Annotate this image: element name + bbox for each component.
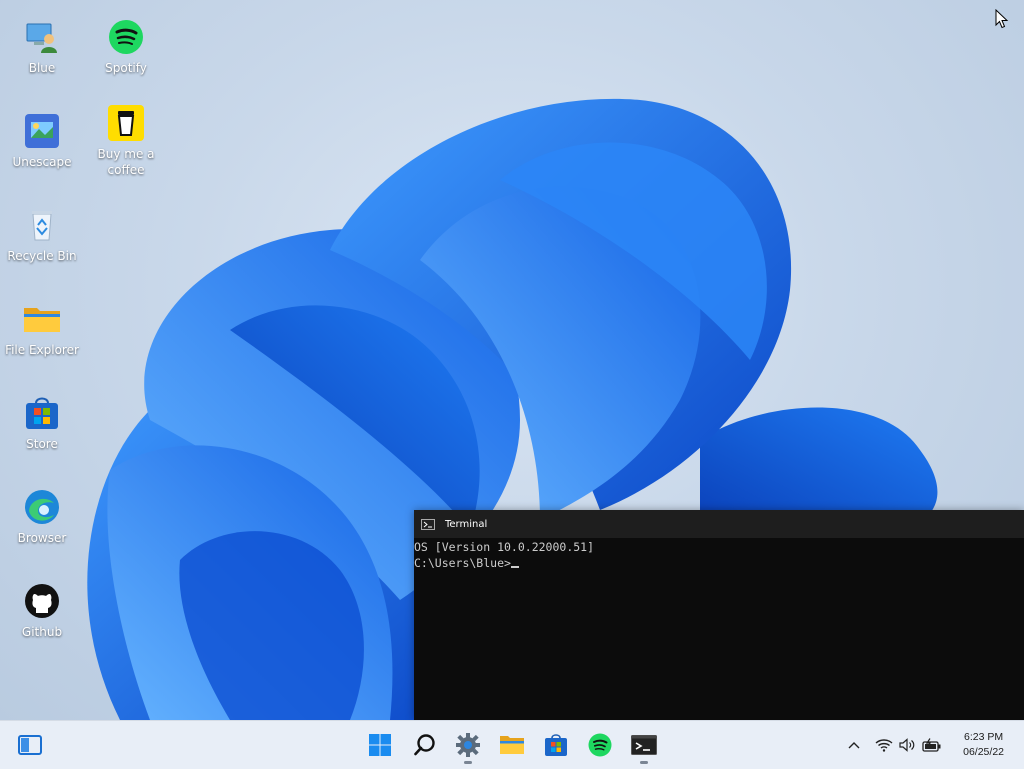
volume-icon [899, 738, 915, 752]
wifi-icon [875, 739, 893, 752]
tray-volume-button[interactable] [897, 733, 919, 757]
terminal-titlebar[interactable]: Terminal [414, 510, 1024, 538]
desktop-icon-label: Store [26, 437, 58, 451]
desktop-icon-label: Unescape [12, 155, 72, 169]
tray-battery-button[interactable] [921, 733, 943, 757]
task-view-icon [18, 735, 42, 755]
desktop-icon-browser[interactable]: Browser [0, 488, 84, 546]
windows-start-icon [369, 734, 391, 756]
gear-icon [456, 733, 480, 757]
desktop-icon-unescape[interactable]: Unescape [0, 112, 84, 170]
folder-icon [23, 300, 61, 338]
desktop-icon-label: File Explorer [5, 343, 79, 357]
clock-time: 6:23 PM [964, 731, 1004, 743]
running-indicator [640, 761, 648, 764]
terminal-icon [631, 735, 657, 755]
user-computer-icon [23, 18, 61, 56]
desktop-icon-label: Github [21, 625, 63, 639]
edge-browser-icon [23, 488, 61, 526]
desktop-icon-recycle-bin[interactable]: Recycle Bin [0, 206, 84, 264]
taskbar-spotify-button[interactable] [583, 728, 617, 762]
search-icon [414, 734, 435, 756]
running-indicator [464, 761, 472, 764]
desktop-icon-store[interactable]: Store [0, 394, 84, 452]
store-icon [23, 394, 61, 432]
taskbar-file-explorer-button[interactable] [495, 728, 529, 762]
tray-wifi-button[interactable] [873, 733, 895, 757]
taskbar-start-button[interactable] [363, 728, 397, 762]
chevron-up-icon [848, 742, 860, 749]
desktop-icon-label: Buy me a coffee [97, 147, 155, 177]
desktop-icon-github[interactable]: Github [0, 582, 84, 640]
recycle-bin-icon [23, 206, 61, 244]
taskbar-search-button[interactable] [408, 728, 442, 762]
spotify-icon [588, 733, 612, 757]
desktop-icon-buy-me-a-coffee[interactable]: Buy me a coffee [84, 104, 168, 178]
terminal-title: Terminal [445, 518, 488, 530]
desktop-icon-spotify[interactable]: Spotify [84, 18, 168, 76]
desktop-icon-label: Blue [28, 61, 56, 75]
desktop-icon-label: Browser [17, 531, 67, 545]
taskbar-settings-button[interactable] [451, 728, 485, 764]
unescape-app-icon [23, 112, 61, 150]
desktop-icon-label: Spotify [105, 61, 147, 75]
terminal-line: OS [Version 10.0.22000.51] [414, 540, 595, 554]
desktop-icon-blue[interactable]: Blue [0, 18, 84, 76]
clock-date: 06/25/22 [963, 746, 1004, 758]
store-icon [545, 734, 567, 756]
terminal-icon [421, 518, 435, 530]
terminal-cursor [510, 555, 519, 568]
taskbar-clock[interactable]: 6:23 PM 06/25/22 [963, 730, 1004, 760]
task-view-button[interactable] [13, 728, 47, 762]
mouse-pointer-icon [995, 9, 1009, 29]
terminal-prompt-line: C:\Users\Blue> [414, 555, 1024, 571]
terminal-output[interactable]: OS [Version 10.0.22000.51] C:\Users\Blue> [414, 538, 1024, 571]
terminal-window[interactable]: Terminal OS [Version 10.0.22000.51] C:\Us… [414, 510, 1024, 720]
taskbar: 6:23 PM 06/25/22 [0, 720, 1024, 769]
github-icon [23, 582, 61, 620]
tray-overflow-button[interactable] [846, 733, 862, 757]
taskbar-terminal-button[interactable] [627, 728, 661, 764]
terminal-prompt: C:\Users\Blue> [414, 556, 511, 570]
folder-icon [500, 736, 524, 754]
spotify-icon [107, 18, 145, 56]
desktop-icon-label: Recycle Bin [7, 249, 77, 263]
desktop-icon-file-explorer[interactable]: File Explorer [0, 300, 84, 358]
coffee-cup-icon [107, 104, 145, 142]
taskbar-store-button[interactable] [539, 728, 573, 762]
battery-icon [922, 738, 941, 752]
